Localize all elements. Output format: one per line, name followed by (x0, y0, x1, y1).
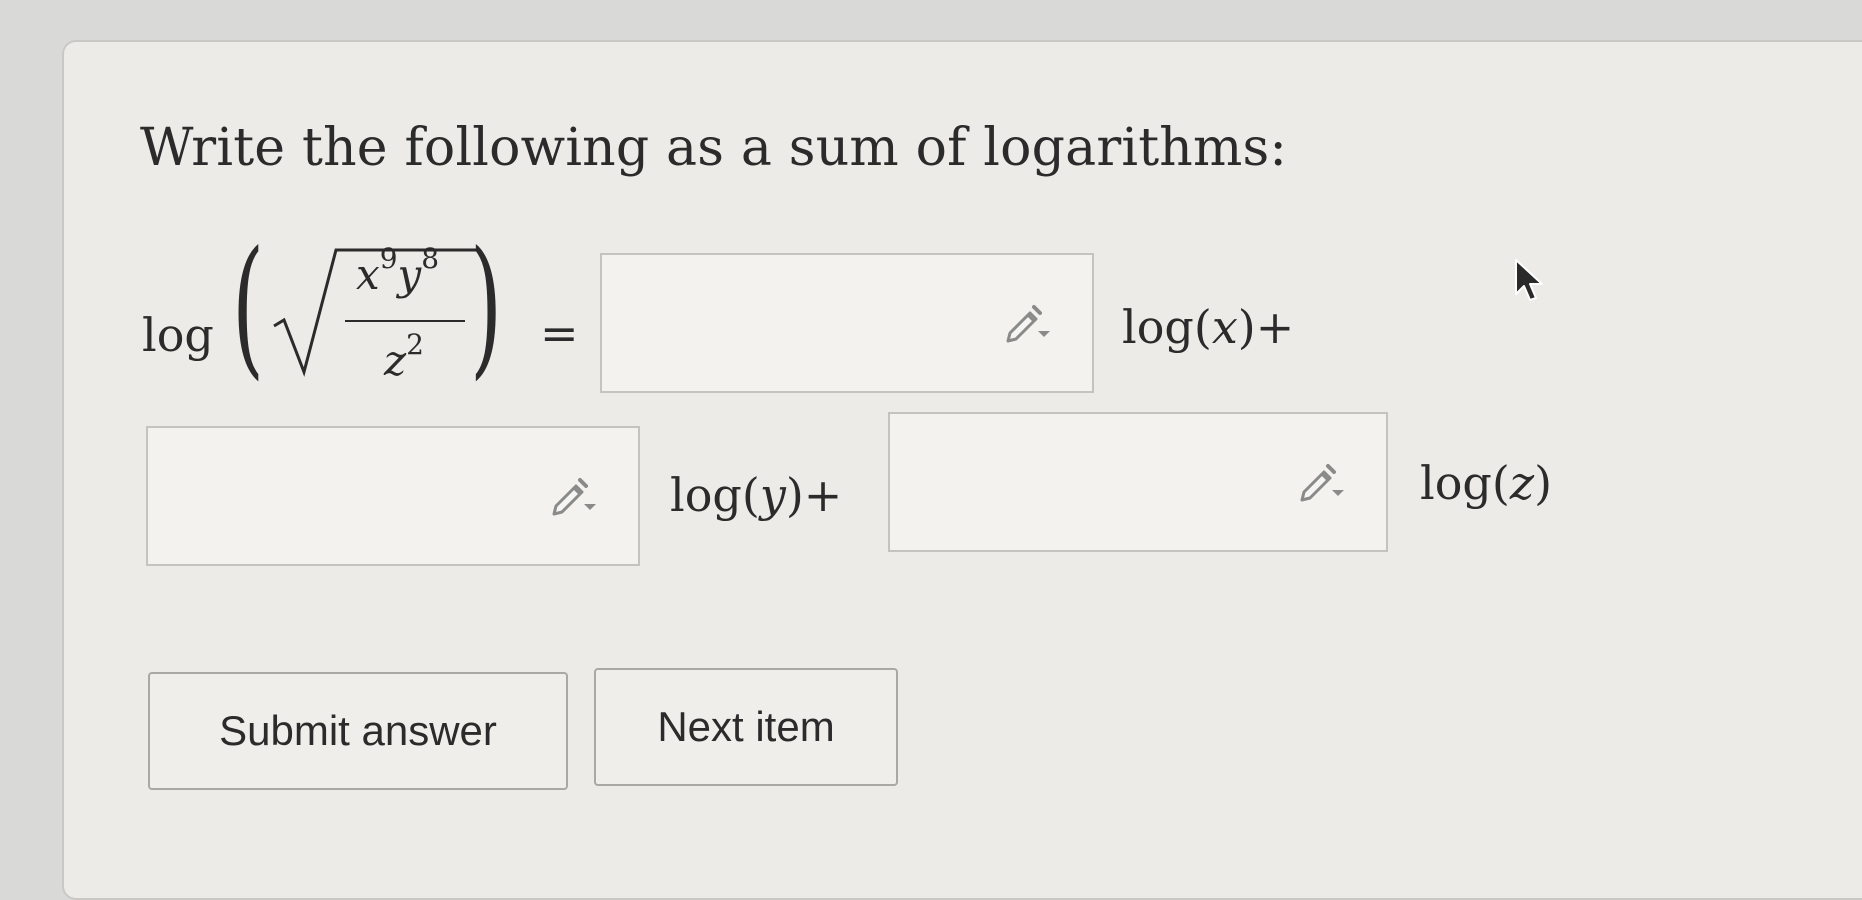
left-paren: ( (232, 220, 265, 394)
question-prompt: Write the following as a sum of logarith… (140, 118, 1288, 178)
submit-answer-button[interactable]: Submit answer (148, 672, 568, 790)
fraction-numerator: x9y8 (356, 242, 440, 299)
log-z-term: log(z) (1420, 456, 1553, 510)
mouse-cursor-icon (1515, 259, 1543, 301)
log-y-term: log(y)+ (670, 468, 843, 522)
right-paren: ) (470, 220, 503, 394)
fraction-denominator: z2 (384, 328, 424, 385)
pencil-dropdown-icon[interactable] (550, 476, 598, 516)
pencil-dropdown-icon[interactable] (1298, 462, 1346, 502)
next-item-button[interactable]: Next item (594, 668, 898, 786)
coefficient-z-input[interactable] (888, 412, 1388, 552)
pencil-dropdown-icon[interactable] (1004, 303, 1052, 343)
coefficient-y-input[interactable] (146, 426, 640, 566)
fraction-bar (345, 320, 465, 322)
coefficient-x-input[interactable] (600, 253, 1094, 393)
expression-log: log (142, 308, 214, 362)
log-x-term: log(x)+ (1122, 300, 1295, 354)
equals-sign: = (540, 306, 579, 360)
